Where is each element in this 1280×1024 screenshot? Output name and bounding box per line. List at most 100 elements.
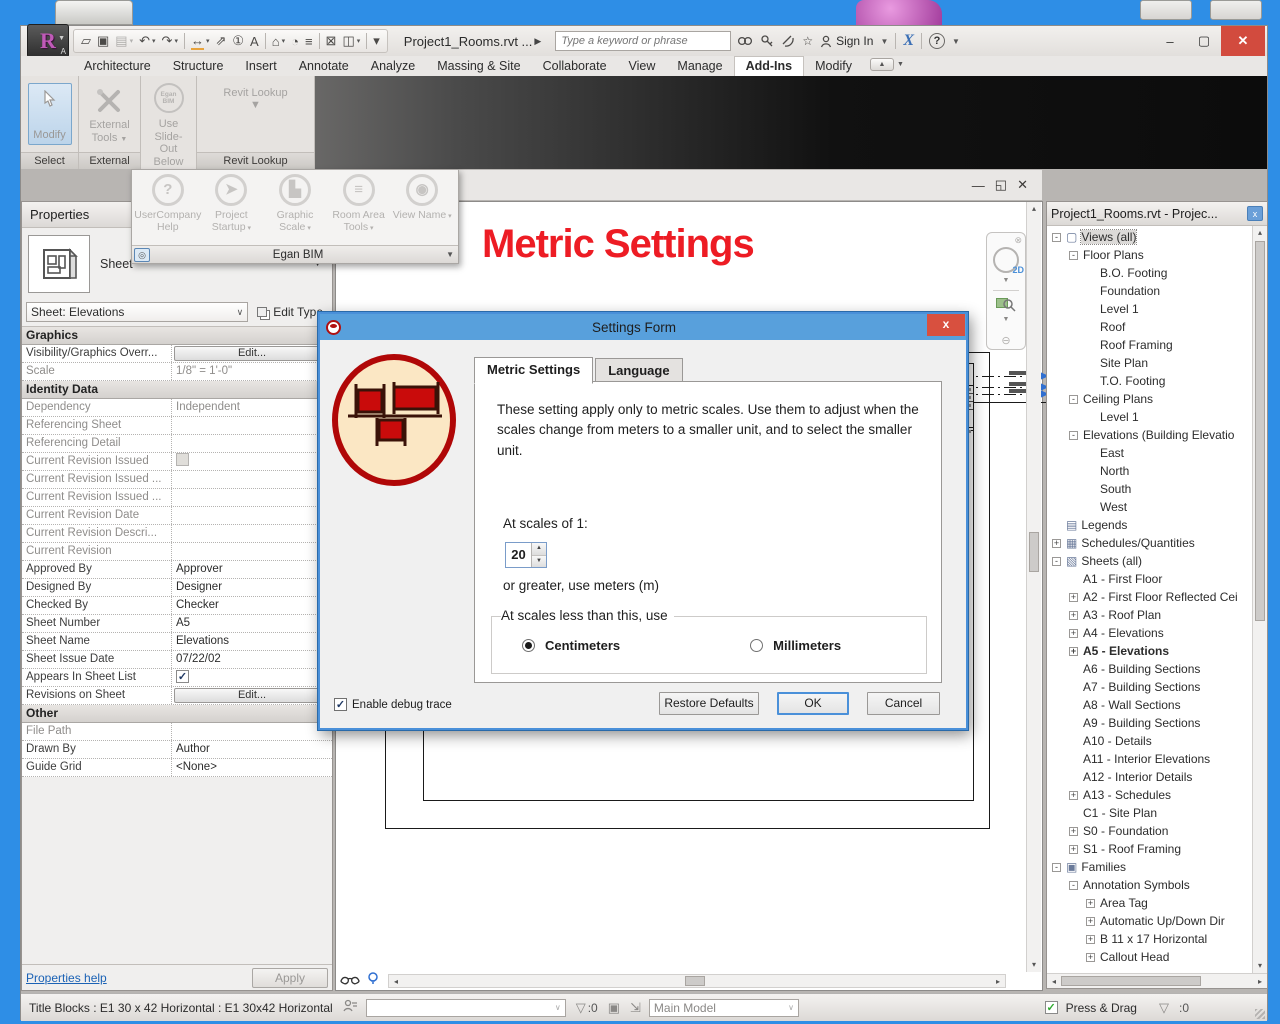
application-menu-button[interactable]: R ▼ A: [27, 24, 69, 58]
communication-center-icon[interactable]: [781, 34, 795, 48]
view-close-icon[interactable]: ✕: [1017, 177, 1028, 193]
tree-item[interactable]: + Callout Head: [1047, 948, 1267, 966]
tree-expander-icon[interactable]: +: [1069, 844, 1078, 854]
property-value[interactable]: [172, 525, 332, 542]
scroll-right-icon[interactable]: ▸: [991, 977, 1005, 986]
view-restore-icon[interactable]: ◱: [995, 177, 1007, 193]
ribbon-tab[interactable]: Analyze: [360, 57, 426, 76]
tree-item[interactable]: Foundation: [1047, 282, 1267, 300]
press-drag-checkbox[interactable]: ✓: [1044, 1001, 1058, 1014]
minimize-button[interactable]: –: [1153, 26, 1187, 56]
property-value[interactable]: Independent: [172, 399, 332, 416]
tree-expander-icon[interactable]: -: [1069, 250, 1078, 260]
scroll-down-icon[interactable]: ▾: [1253, 959, 1267, 973]
scroll-left-icon[interactable]: ◂: [1047, 977, 1061, 986]
property-value[interactable]: Edit...: [172, 687, 332, 704]
property-value[interactable]: [172, 453, 332, 470]
tree-item[interactable]: A7 - Building Sections: [1047, 678, 1267, 696]
scale-spinner[interactable]: 20 ▲ ▼: [505, 542, 547, 568]
navbar-collapse-icon[interactable]: ⊖: [1001, 334, 1010, 347]
property-value[interactable]: [172, 489, 332, 506]
horizontal-scrollbar[interactable]: ◂ ▸: [388, 974, 1006, 988]
tree-item[interactable]: + A5 - Elevations: [1047, 642, 1267, 660]
save-icon[interactable]: ▣: [94, 31, 112, 51]
property-value[interactable]: [172, 417, 332, 434]
reveal-hidden-elements-icon[interactable]: [340, 973, 360, 988]
property-row[interactable]: Sheet Number A5: [22, 615, 332, 633]
tree-item[interactable]: - Floor Plans: [1047, 246, 1267, 264]
property-row[interactable]: Scale 1/8" = 1'-0": [22, 363, 332, 381]
property-row[interactable]: Designed By Designer: [22, 579, 332, 597]
search-input[interactable]: [555, 31, 732, 51]
zoom-region-icon[interactable]: [996, 296, 1016, 312]
tree-expander-icon[interactable]: -: [1052, 556, 1061, 566]
worksets-icon[interactable]: [343, 999, 358, 1016]
tree-item[interactable]: South: [1047, 480, 1267, 498]
property-row[interactable]: Current Revision Descri...: [22, 525, 332, 543]
thin-lines-icon[interactable]: ≡: [302, 31, 316, 51]
separator[interactable]: [318, 33, 320, 49]
tree-expander-icon[interactable]: +: [1069, 610, 1078, 620]
property-row[interactable]: Current Revision: [22, 543, 332, 561]
tree-item[interactable]: A12 - Interior Details: [1047, 768, 1267, 786]
tree-item[interactable]: + Area Tag: [1047, 894, 1267, 912]
property-row[interactable]: Revisions on Sheet Edit...: [22, 687, 332, 705]
scroll-up-icon[interactable]: ▴: [1253, 226, 1267, 240]
tree-expander-icon[interactable]: +: [1069, 628, 1078, 638]
navbar-close-icon[interactable]: ⊗: [1014, 235, 1022, 246]
property-row[interactable]: Other: [22, 705, 332, 723]
dialog-title-bar[interactable]: Settings Form x: [320, 314, 966, 340]
ribbon-tab[interactable]: Add-Ins: [733, 56, 805, 76]
chevron-down-icon[interactable]: ▼: [952, 37, 960, 46]
worksets-combo[interactable]: ∨: [365, 998, 566, 1017]
property-row[interactable]: Approved By Approver: [22, 561, 332, 579]
cancel-button[interactable]: Cancel: [867, 692, 940, 715]
scroll-right-icon[interactable]: ▸: [1253, 977, 1267, 986]
millimeters-radio[interactable]: [750, 638, 764, 652]
property-value[interactable]: Approver: [172, 561, 332, 578]
tree-item[interactable]: T.O. Footing: [1047, 372, 1267, 390]
tree-item[interactable]: A9 - Building Sections: [1047, 714, 1267, 732]
tree-expander-icon[interactable]: -: [1069, 394, 1078, 404]
exchange-apps-icon[interactable]: X: [903, 32, 914, 50]
tree-item[interactable]: + Automatic Up/Down Dir: [1047, 912, 1267, 930]
separator[interactable]: [366, 33, 368, 49]
select-panel-label[interactable]: Select: [21, 152, 78, 169]
scale-value-input[interactable]: 20: [506, 543, 531, 567]
property-value[interactable]: Designer: [172, 579, 332, 596]
ribbon-tab[interactable]: Manage: [666, 57, 733, 76]
tree-item[interactable]: A8 - Wall Sections: [1047, 696, 1267, 714]
chevron-down-icon[interactable]: ▼: [446, 250, 454, 259]
ribbon-display-toggle[interactable]: ▲ ▼: [870, 58, 904, 74]
property-row[interactable]: Identity Data: [22, 381, 332, 399]
selection-filter-icon[interactable]: ▽: [1159, 1000, 1169, 1016]
usercompany-help-button[interactable]: ? UserCompany Help: [134, 174, 201, 233]
restore-defaults-button[interactable]: Restore Defaults: [659, 692, 759, 715]
property-row[interactable]: Drawn By Author: [22, 741, 332, 759]
tree-item[interactable]: - Ceiling Plans: [1047, 390, 1267, 408]
tree-item[interactable]: A10 - Details: [1047, 732, 1267, 750]
tree-expander-icon[interactable]: +: [1086, 934, 1095, 944]
undo-icon[interactable]: ↶: [136, 31, 158, 51]
open-file-icon[interactable]: ▱: [78, 31, 94, 51]
property-row[interactable]: Graphics: [22, 327, 332, 345]
add-to-set-icon[interactable]: ⇲: [630, 1000, 641, 1016]
property-row[interactable]: Referencing Sheet: [22, 417, 332, 435]
tree-item[interactable]: - ▣ Families: [1047, 858, 1267, 876]
ok-button[interactable]: OK: [777, 692, 849, 715]
scrollbar-thumb[interactable]: [1061, 976, 1201, 986]
property-row[interactable]: Dependency Independent: [22, 399, 332, 417]
tree-item[interactable]: A1 - First Floor: [1047, 570, 1267, 588]
separator[interactable]: [264, 33, 266, 49]
scrollbar-thumb[interactable]: [1029, 532, 1039, 572]
tree-item[interactable]: + A13 - Schedules: [1047, 786, 1267, 804]
editable-only-icon[interactable]: ▽: [576, 1000, 586, 1016]
property-value[interactable]: 07/22/02: [172, 651, 332, 668]
tree-expander-icon[interactable]: +: [1086, 916, 1095, 926]
apply-button[interactable]: Apply: [252, 967, 328, 988]
view-minimize-icon[interactable]: —: [972, 178, 985, 193]
tree-item[interactable]: + ▦ Schedules/Quantities: [1047, 534, 1267, 552]
tag-icon[interactable]: ①: [229, 31, 247, 51]
tree-expander-icon[interactable]: +: [1069, 826, 1078, 836]
tree-item[interactable]: - Elevations (Building Elevatio: [1047, 426, 1267, 444]
